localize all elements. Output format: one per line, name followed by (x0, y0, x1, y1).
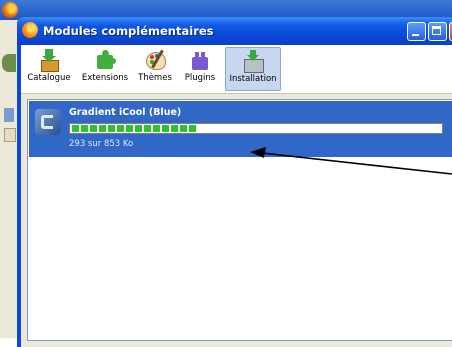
tab-extensions[interactable]: Extensions (78, 47, 132, 91)
progress-fill (72, 125, 197, 132)
addons-dialog: Modules complémentaires Catalogue Extens… (17, 17, 452, 347)
addons-toolbar: Catalogue Extensions Thèmes Plugins Inst… (21, 45, 452, 94)
background-toolbar-shape (4, 128, 16, 142)
tab-label: Thèmes (138, 73, 172, 83)
tab-installation[interactable]: Installation (225, 47, 281, 91)
tab-label: Installation (229, 74, 277, 84)
list-item[interactable]: Gradient iCool (Blue) 293 sur 853 Ko (29, 101, 452, 157)
tab-themes[interactable]: Thèmes (135, 47, 175, 91)
dialog-client-area: Catalogue Extensions Thèmes Plugins Inst… (21, 45, 452, 347)
dialog-titlebar[interactable]: Modules complémentaires (17, 17, 452, 45)
download-progress-bar (69, 123, 443, 134)
download-status: 293 sur 853 Ko (69, 139, 134, 149)
background-tab-shape (2, 54, 16, 72)
puzzle-icon (94, 49, 116, 71)
catalog-icon (38, 49, 60, 72)
item-name: Gradient iCool (Blue) (69, 107, 182, 118)
firefox-icon (22, 22, 38, 38)
theme-icon (35, 109, 61, 135)
tab-catalogue[interactable]: Catalogue (24, 47, 74, 91)
install-icon (242, 50, 264, 73)
tab-plugins[interactable]: Plugins (180, 47, 220, 91)
firefox-logo-icon (2, 2, 18, 18)
minimize-button[interactable] (407, 22, 426, 41)
background-toolbar-shape (4, 108, 14, 122)
installation-list[interactable]: Gradient iCool (Blue) 293 sur 853 Ko (27, 99, 452, 341)
palette-icon (144, 49, 166, 71)
plugin-icon (189, 49, 211, 71)
tab-label: Plugins (184, 73, 216, 83)
dialog-title: Modules complémentaires (43, 24, 214, 38)
maximize-button[interactable] (428, 22, 447, 41)
tab-label: Extensions (81, 73, 129, 83)
tab-label: Catalogue (27, 73, 71, 83)
